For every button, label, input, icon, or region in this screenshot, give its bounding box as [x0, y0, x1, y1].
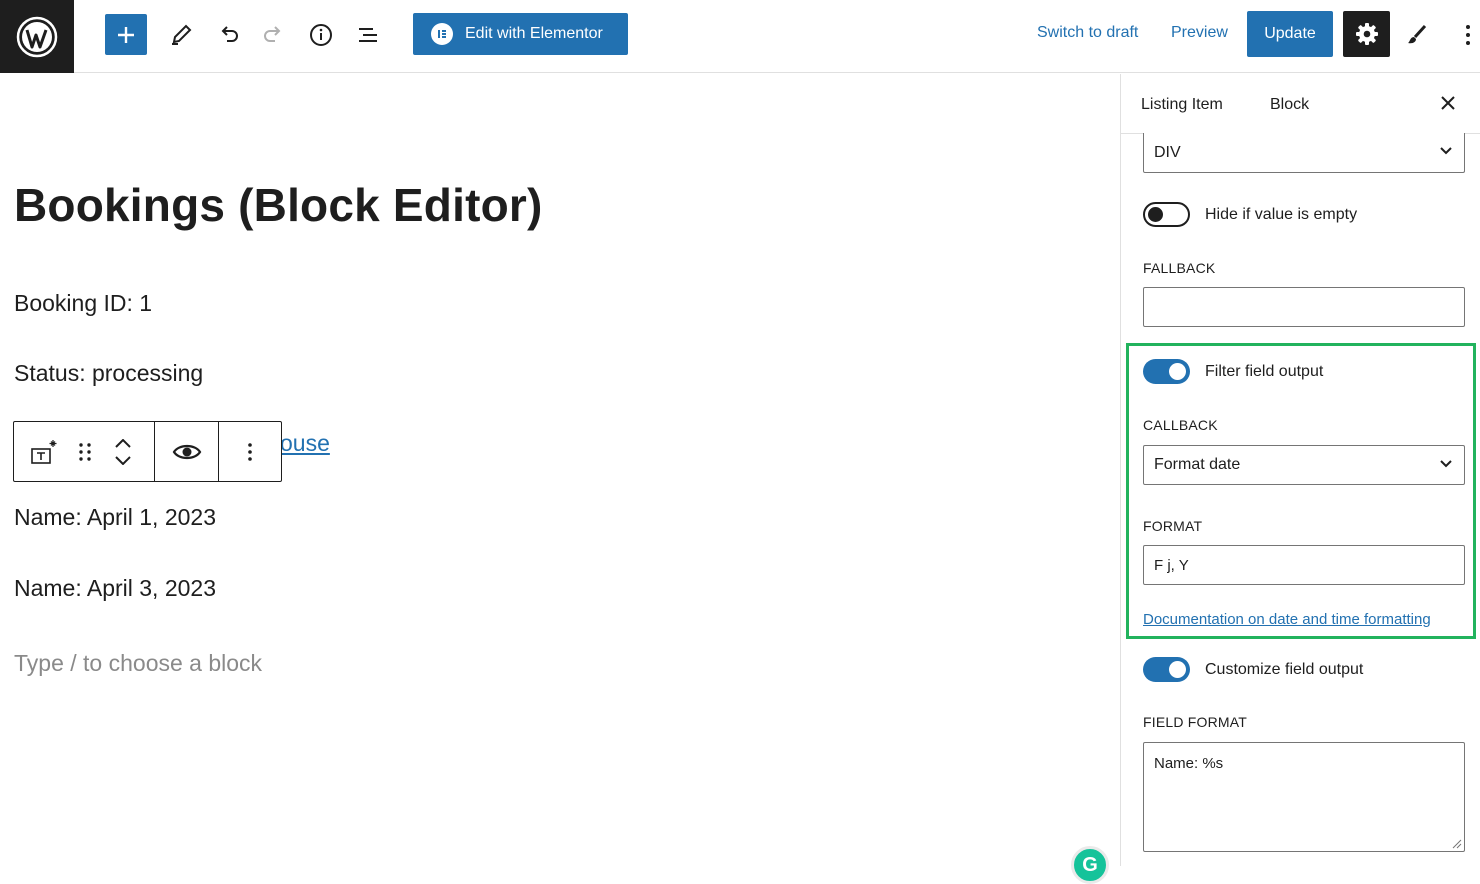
redo-button[interactable]	[258, 18, 290, 52]
edit-with-elementor-button[interactable]: Edit with Elementor	[413, 13, 628, 55]
info-icon	[310, 24, 332, 46]
styles-button[interactable]	[1401, 18, 1433, 52]
elementor-icon	[431, 23, 453, 45]
list-view-button[interactable]	[352, 18, 384, 52]
settings-sidebar: Listing Item Block DIV Hide if value is …	[1120, 74, 1480, 866]
format-input[interactable]: F j, Y	[1143, 545, 1465, 585]
highlight-frame	[1126, 343, 1476, 639]
grammarly-button[interactable]: G	[1071, 846, 1109, 884]
filter-output-toggle[interactable]	[1143, 359, 1190, 384]
format-label: FORMAT	[1143, 518, 1203, 534]
settings-button[interactable]	[1343, 11, 1390, 57]
undo-icon	[221, 26, 238, 42]
chevron-down-icon	[1440, 147, 1452, 155]
field-format-textarea[interactable]: Name: %s	[1143, 742, 1465, 852]
wordpress-icon	[16, 16, 58, 57]
block-toolbar	[13, 421, 282, 482]
html-tag-select[interactable]: DIV	[1143, 133, 1465, 173]
preview-button[interactable]: Preview	[1171, 24, 1228, 42]
hide-if-empty-label: Hide if value is empty	[1205, 206, 1358, 223]
undo-button[interactable]	[212, 18, 244, 52]
post-title[interactable]: Bookings (Block Editor)	[14, 178, 543, 232]
paragraph-name-2[interactable]: Name: April 3, 2023	[14, 575, 216, 602]
block-appender-placeholder[interactable]: Type / to choose a block	[14, 650, 262, 677]
grammarly-icon: G	[1082, 853, 1098, 876]
chevron-down-icon	[1440, 460, 1452, 468]
block-toolbar-group-block	[14, 422, 155, 481]
move-buttons	[98, 422, 148, 481]
sidebar-tabs: Listing Item Block	[1121, 74, 1480, 136]
fallback-input[interactable]	[1143, 287, 1465, 327]
customize-output-label: Customize field output	[1205, 661, 1364, 678]
move-up-icon[interactable]	[115, 438, 131, 448]
add-block-button[interactable]	[105, 14, 147, 55]
visibility-button[interactable]	[155, 422, 218, 481]
more-vertical-icon	[248, 442, 252, 461]
move-down-icon[interactable]	[115, 455, 131, 465]
block-options-button[interactable]	[219, 422, 281, 481]
paragraph-name-1[interactable]: Name: April 1, 2023	[14, 504, 216, 531]
tab-block[interactable]: Block	[1250, 96, 1330, 136]
paragraph-link[interactable]: ouse	[280, 430, 330, 457]
block-toolbar-group-visibility	[155, 422, 219, 481]
redo-icon	[264, 26, 281, 42]
fallback-label: FALLBACK	[1143, 260, 1216, 276]
brush-icon	[1408, 24, 1427, 44]
html-tag-value: DIV	[1154, 143, 1181, 161]
hide-if-empty-toggle[interactable]	[1143, 202, 1190, 227]
tab-listing-item[interactable]: Listing Item	[1141, 96, 1223, 114]
editor-toolbar: Edit with Elementor Switch to draft Prev…	[0, 0, 1480, 73]
dynamic-field-icon	[31, 439, 57, 464]
callback-value: Format date	[1154, 456, 1241, 473]
switch-to-draft-button[interactable]: Switch to draft	[1037, 24, 1138, 42]
wordpress-logo-button[interactable]	[0, 0, 74, 73]
plus-icon	[118, 26, 134, 43]
date-format-docs-link[interactable]: Documentation on date and time formattin…	[1143, 611, 1431, 628]
more-vertical-icon	[1466, 25, 1470, 45]
details-button[interactable]	[305, 18, 337, 52]
block-type-button[interactable]	[14, 422, 72, 481]
more-options-button[interactable]	[1457, 18, 1479, 52]
drag-handle[interactable]	[72, 422, 98, 481]
pencil-icon	[172, 24, 192, 45]
callback-select[interactable]: Format date	[1143, 445, 1465, 485]
drag-handle-icon	[79, 442, 91, 461]
eye-icon	[172, 444, 201, 459]
paragraph-status[interactable]: Status: processing	[14, 360, 203, 387]
list-view-icon	[359, 28, 377, 42]
field-format-label: FIELD FORMAT	[1143, 714, 1248, 730]
callback-label: CALLBACK	[1143, 417, 1218, 433]
block-toolbar-group-options	[219, 422, 281, 481]
customize-output-toggle[interactable]	[1143, 657, 1190, 682]
filter-output-label: Filter field output	[1205, 363, 1324, 380]
editor-canvas: Bookings (Block Editor) Booking ID: 1 St…	[0, 74, 1120, 884]
paragraph-booking-id[interactable]: Booking ID: 1	[14, 290, 152, 317]
resize-handle-icon[interactable]	[1452, 839, 1462, 849]
edit-with-elementor-label: Edit with Elementor	[465, 25, 603, 42]
close-icon[interactable]	[1439, 94, 1457, 112]
gear-icon	[1355, 23, 1378, 45]
tools-button[interactable]	[165, 18, 197, 52]
update-button[interactable]: Update	[1247, 11, 1333, 57]
